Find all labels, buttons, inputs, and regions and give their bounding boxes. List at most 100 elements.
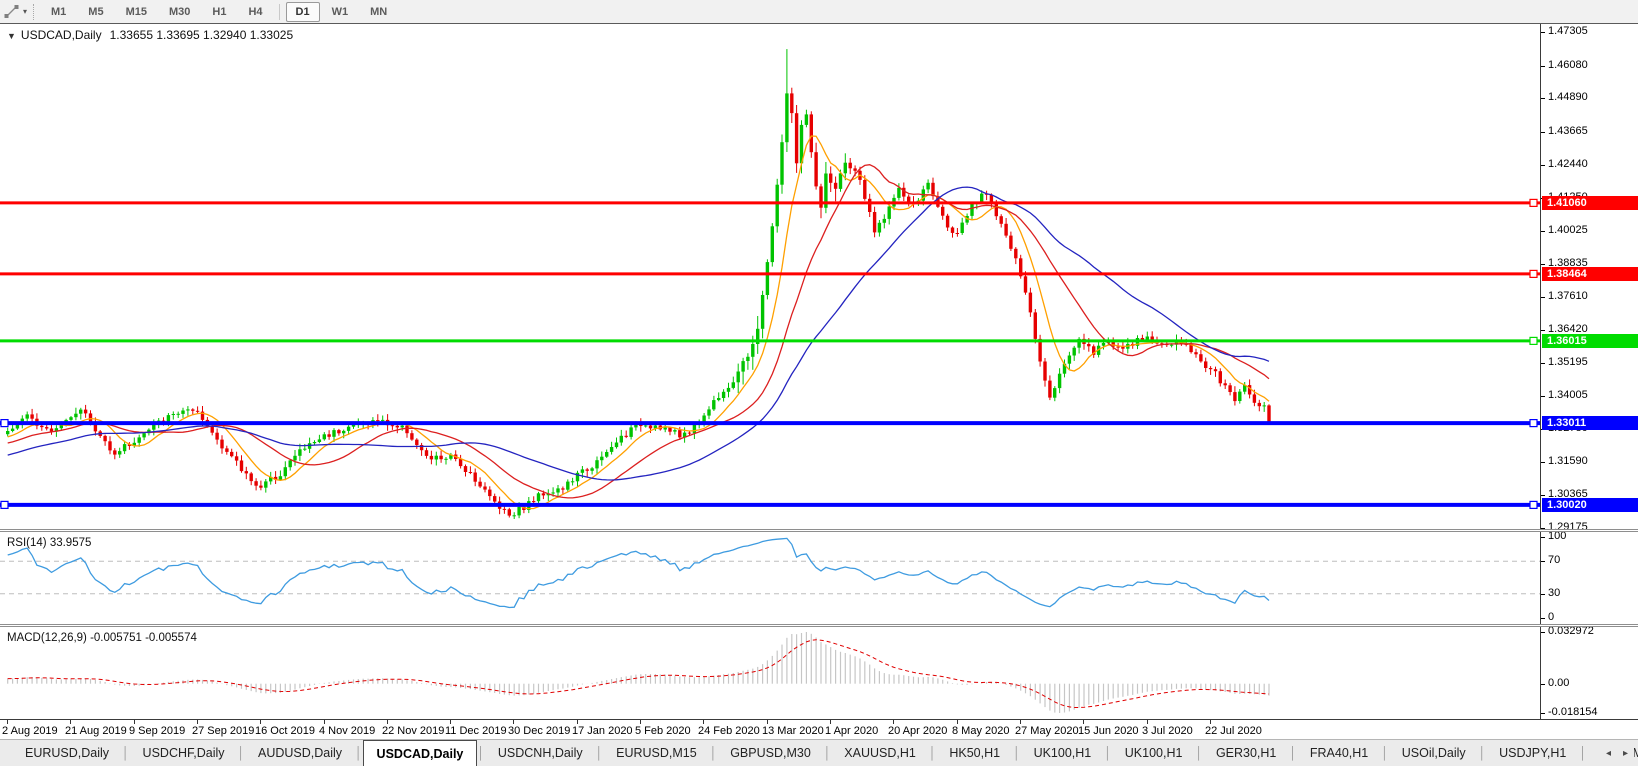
date-tick	[450, 720, 451, 724]
tab-usdcad-daily[interactable]: USDCAD,Daily	[362, 740, 478, 766]
timeframe-h4[interactable]: H4	[238, 2, 272, 22]
tab-divider: │	[928, 746, 937, 760]
mid-ma	[7, 164, 1270, 499]
date-label: 24 Feb 2020	[698, 725, 760, 737]
tab-divider: │	[1289, 746, 1297, 760]
tab-eurusd-daily[interactable]: EURUSD,Daily	[12, 740, 122, 766]
macd-tick-label: 0.00	[1548, 677, 1570, 689]
date-label: 27 Sep 2019	[192, 725, 255, 737]
price-tick-label: 1.44890	[1548, 91, 1588, 103]
hline-handle[interactable]	[0, 419, 9, 428]
tab-hk50-h1[interactable]: HK50,H1	[936, 740, 1013, 766]
axis-tick	[1541, 330, 1545, 331]
tab-divider: │	[237, 746, 246, 760]
tab-fra40-h1[interactable]: FRA40,H1	[1297, 740, 1381, 766]
timeframe-w1[interactable]: W1	[322, 2, 359, 22]
tab-audusd-daily[interactable]: AUDUSD,Daily	[245, 740, 355, 766]
price-tick-label: 1.43665	[1548, 125, 1588, 137]
toolbar-separator	[33, 3, 35, 20]
hline-price-badge: 1.41060	[1542, 196, 1638, 210]
timeframe-h1[interactable]: H1	[202, 2, 236, 22]
tab-scroll-left-icon[interactable]: ◂	[1600, 746, 1617, 761]
tab-divider: │	[1013, 746, 1021, 760]
timeframe-m5[interactable]: M5	[78, 2, 113, 22]
panel-separator[interactable]	[0, 529, 1638, 532]
ohlc-values: 1.33655 1.33695 1.32940 1.33025	[109, 28, 294, 42]
axis-tick	[1541, 462, 1545, 463]
price-tick-label: 1.46080	[1548, 59, 1588, 71]
date-label: 16 Oct 2019	[255, 725, 315, 737]
price-tick-label: 1.31590	[1548, 455, 1588, 467]
chart-title: ▼ USDCAD,Daily 1.33655 1.33695 1.32940 1.3…	[7, 28, 293, 42]
mt4-window: ▾ M1 M5 M15 M30 H1 H4 D1 W1 MN ▼ USDCAD,Daily 1.33…	[0, 0, 1638, 766]
rsi-panel[interactable]	[0, 532, 1540, 624]
tab-eurusd-m15[interactable]: EURUSD,M15	[603, 740, 710, 766]
axis-tick	[1541, 618, 1545, 619]
chart-tabbar: EURUSD,Daily │ USDCHF,Daily │ AUDUSD,Daily │ U…	[0, 739, 1638, 766]
macd-tick-label: -0.018154	[1548, 706, 1598, 718]
date-tick	[1210, 720, 1211, 724]
hline-handle[interactable]	[0, 500, 9, 509]
date-tick	[197, 720, 198, 724]
symbol-label: USDCAD,Daily	[20, 28, 102, 42]
axis-tick	[1541, 264, 1545, 265]
collapse-icon[interactable]: ▼	[7, 31, 16, 41]
price-tick-label: 1.40025	[1548, 224, 1588, 236]
hline-price-badge: 1.30020	[1542, 498, 1638, 512]
dropdown-caret-icon[interactable]: ▾	[23, 7, 27, 16]
tab-ger30-h1[interactable]: GER30,H1	[1203, 740, 1289, 766]
axis-tick	[1541, 32, 1545, 33]
price-tick-label: 1.42440	[1548, 158, 1588, 170]
price-chart-panel[interactable]	[0, 24, 1540, 529]
rsi-tick-label: 0	[1548, 611, 1555, 623]
hline-handle[interactable]	[1529, 500, 1538, 509]
tab-usdchf-daily[interactable]: USDCHF,Daily	[130, 740, 238, 766]
tab-divider: │	[355, 746, 363, 760]
macd-histogram	[7, 632, 1270, 713]
panel-separator[interactable]	[0, 624, 1638, 627]
date-label: 17 Jan 2020	[572, 725, 633, 737]
date-tick	[1020, 720, 1021, 724]
date-label: 3 Jul 2020	[1142, 725, 1193, 737]
tab-xauusd-h1[interactable]: XAUUSD,H1	[831, 740, 929, 766]
hline-handle[interactable]	[1529, 198, 1538, 207]
tab-divider: │	[595, 746, 604, 760]
hline-price-badge: 1.33011	[1542, 416, 1638, 430]
hline-handle[interactable]	[1529, 336, 1538, 345]
timeframe-m15[interactable]: M15	[116, 2, 157, 22]
tab-usdcnh-daily[interactable]: USDCNH,Daily	[485, 740, 596, 766]
axis-tick	[1541, 495, 1545, 496]
fast-ma	[7, 135, 1270, 510]
hline-price-badge: 1.36015	[1542, 334, 1638, 348]
date-tick	[1083, 720, 1084, 724]
hline-handle[interactable]	[1529, 419, 1538, 428]
hline-handle[interactable]	[1529, 269, 1538, 278]
date-tick	[324, 720, 325, 724]
tab-uk100-h1[interactable]: UK100,H1	[1021, 740, 1105, 766]
line-studies-icon[interactable]	[3, 4, 21, 20]
tab-divider: │	[1381, 746, 1389, 760]
date-tick	[387, 720, 388, 724]
tab-uk100-h1[interactable]: UK100,H1	[1112, 740, 1196, 766]
macd-panel[interactable]	[0, 627, 1540, 719]
date-label: 8 May 2020	[952, 725, 1010, 737]
tab-divider: │	[1195, 746, 1203, 760]
date-tick	[7, 720, 8, 724]
tab-scroll-right-icon[interactable]: ▸	[1617, 746, 1634, 761]
toolbar: ▾ M1 M5 M15 M30 H1 H4 D1 W1 MN	[0, 0, 1638, 24]
timeframe-mn[interactable]: MN	[360, 2, 397, 22]
tab-gbpusd-m30[interactable]: GBPUSD,M30	[717, 740, 824, 766]
date-tick	[703, 720, 704, 724]
date-tick	[260, 720, 261, 724]
date-tick	[893, 720, 894, 724]
timeframe-m1[interactable]: M1	[41, 2, 76, 22]
axis-tick	[1541, 632, 1545, 633]
timeframe-d1[interactable]: D1	[285, 1, 320, 22]
tab-divider: │	[709, 746, 718, 760]
tab-usoil-daily[interactable]: USOil,Daily	[1389, 740, 1479, 766]
tab-divider: │	[477, 746, 485, 760]
tab-usdjpy-h1[interactable]: USDJPY,H1	[1486, 740, 1579, 766]
timeframe-m30[interactable]: M30	[159, 2, 200, 22]
axis-tick	[1541, 66, 1545, 67]
axis-tick	[1541, 684, 1545, 685]
